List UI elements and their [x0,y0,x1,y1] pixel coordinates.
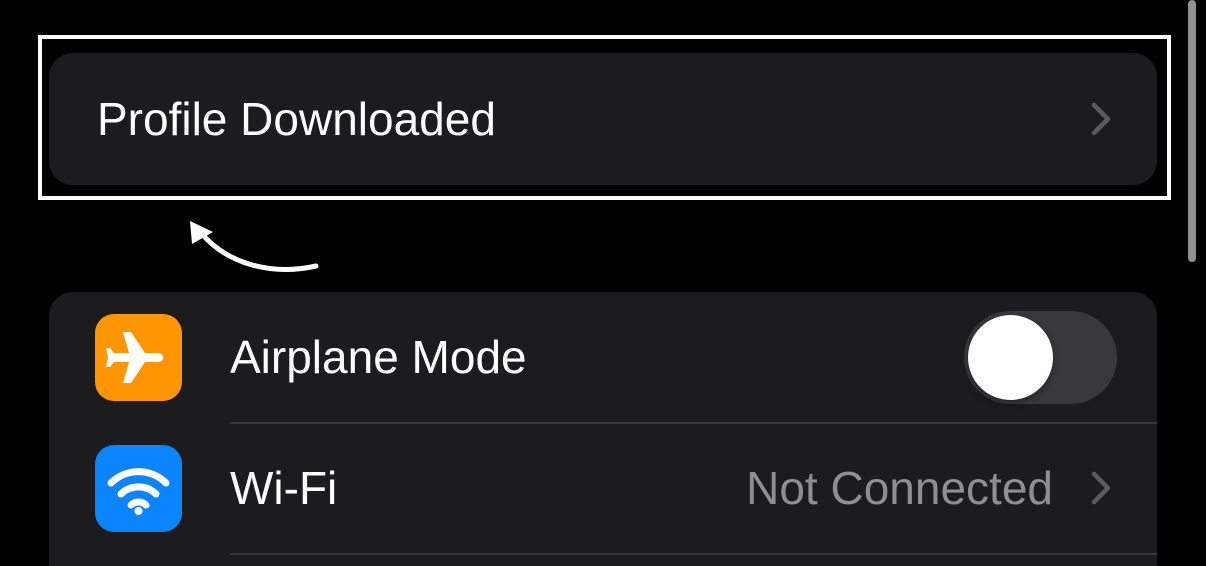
airplane-mode-row: Airplane Mode [49,292,1157,423]
airplane-mode-label: Airplane Mode [230,331,527,383]
settings-group: Airplane Mode Wi-Fi Not Connected [49,292,1157,566]
wifi-icon [95,445,182,532]
wifi-row[interactable]: Wi-Fi Not Connected [49,423,1157,554]
airplane-mode-toggle[interactable] [964,311,1117,404]
wifi-status-value: Not Connected [746,462,1053,514]
scroll-indicator[interactable] [1188,0,1196,262]
airplane-icon [95,314,182,401]
curved-arrow-icon [190,221,319,272]
row-separator [230,553,1157,555]
settings-screen: Profile Downloaded Airplane Mode Wi-Fi N… [0,0,1206,566]
chevron-right-icon [1085,468,1117,508]
toggle-knob [968,315,1053,400]
highlight-box [38,35,1171,200]
wifi-label: Wi-Fi [230,462,338,514]
